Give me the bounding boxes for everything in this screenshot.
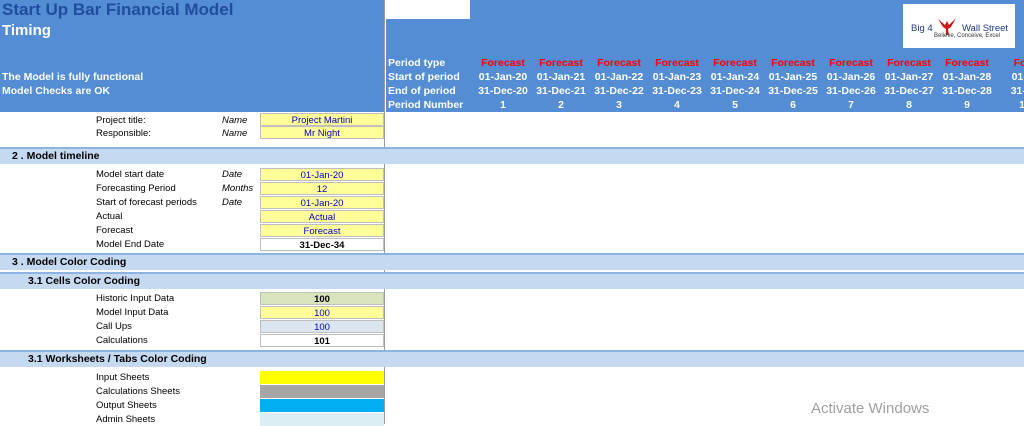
- period-start-cell[interactable]: 01-Jan-25: [764, 71, 822, 83]
- tab-coding-label: Calculations Sheets: [96, 386, 180, 397]
- cell-coding-label: Historic Input Data: [96, 293, 175, 304]
- period-type-cell[interactable]: Forecast: [532, 57, 590, 69]
- period-start-cell[interactable]: 01-Jan-22: [590, 71, 648, 83]
- period-number-cell[interactable]: 6: [764, 99, 822, 111]
- tab-color-swatch[interactable]: [260, 371, 384, 384]
- model-status: The Model is fully functional: [2, 71, 144, 83]
- timeline-row-label: Forecasting Period: [96, 183, 176, 194]
- cell-coding-label: Calculations: [96, 335, 148, 346]
- period-type-label: Period type: [388, 57, 446, 69]
- cell-coding-value[interactable]: 101: [260, 334, 384, 347]
- period-type-cell[interactable]: Forecast: [880, 57, 938, 69]
- subsection-tabs-color: 3.1 Worksheets / Tabs Color Coding: [0, 350, 1024, 367]
- end-period-label: End of period: [388, 85, 456, 97]
- period-end-cell[interactable]: 31-Dec-22: [590, 85, 648, 97]
- timeline-row-unit: Months: [222, 183, 254, 194]
- period-number-cell[interactable]: 9: [938, 99, 996, 111]
- period-number-cell[interactable]: 5: [706, 99, 764, 111]
- period-start-cell[interactable]: 01-Jan-27: [880, 71, 938, 83]
- tab-color-swatch[interactable]: [260, 399, 384, 412]
- period-end-cell[interactable]: 31-Dec-28: [938, 85, 996, 97]
- period-type-cell[interactable]: Forecast: [648, 57, 706, 69]
- timeline-row-unit: Date: [222, 197, 243, 208]
- timeline-row-value[interactable]: Forecast: [260, 224, 384, 237]
- period-start-cell[interactable]: 01-Jan-21: [532, 71, 590, 83]
- subsection-cells-color: 3.1 Cells Color Coding: [0, 272, 1024, 289]
- tab-coding-label: Output Sheets: [96, 400, 157, 411]
- cell-coding-label: Model Input Data: [96, 307, 169, 318]
- period-end-cell[interactable]: 31-Dec-25: [764, 85, 822, 97]
- timeline-row-label: Model End Date: [96, 239, 165, 250]
- period-number-label: Period Number: [388, 99, 464, 111]
- period-end-cell[interactable]: 31-Dec-24: [706, 85, 764, 97]
- period-start-cell[interactable]: 01-Jan-28: [938, 71, 996, 83]
- responsible-input[interactable]: Mr Night: [260, 126, 384, 139]
- period-type-cell[interactable]: Forecast: [938, 57, 996, 69]
- period-end-cell[interactable]: 31-Dec-27: [880, 85, 938, 97]
- period-number-cell[interactable]: 3: [590, 99, 648, 111]
- subsection-heading: 3.1 Cells Color Coding: [28, 275, 141, 287]
- timeline-row-value[interactable]: Actual: [260, 210, 384, 223]
- project-title-label: Project title:: [96, 115, 146, 126]
- timeline-row-label: Actual: [96, 211, 123, 222]
- logo-text-left: Big 4: [911, 23, 933, 34]
- timeline-row-unit: Date: [222, 169, 243, 180]
- timeline-row-label: Forecast: [96, 225, 133, 236]
- tab-coding-label: Input Sheets: [96, 372, 150, 383]
- period-end-cell[interactable]: 31-Dec-26: [822, 85, 880, 97]
- responsible-label: Responsible:: [96, 128, 151, 139]
- tab-color-swatch[interactable]: [260, 413, 384, 426]
- logo-tagline: Believe, Conceive, Excel: [934, 33, 1001, 39]
- period-type-cell[interactable]: Forecast: [764, 57, 822, 69]
- cell-coding-value[interactable]: 100: [260, 292, 384, 305]
- header-blank-cell: [386, 0, 470, 19]
- project-title-input[interactable]: Project Martini: [260, 113, 384, 126]
- timeline-row-value[interactable]: 01-Jan-20: [260, 196, 384, 209]
- timeline-row-value[interactable]: 12: [260, 182, 384, 195]
- tab-coding-label: Admin Sheets: [96, 414, 156, 425]
- timeline-row-label: Start of forecast periods: [96, 197, 197, 208]
- section-heading: 3 . Model Color Coding: [12, 256, 127, 268]
- project-title-unit: Name: [222, 115, 248, 126]
- section-heading: 2 . Model timeline: [12, 150, 100, 162]
- period-type-cell[interactable]: Forecast: [706, 57, 764, 69]
- period-start-cell[interactable]: 01-Ja: [996, 71, 1024, 83]
- period-end-cell[interactable]: 31-Dec-21: [532, 85, 590, 97]
- activate-windows-watermark: Activate Windows: [811, 400, 930, 417]
- period-start-cell[interactable]: 01-Jan-23: [648, 71, 706, 83]
- period-number-cell[interactable]: 2: [532, 99, 590, 111]
- start-period-label: Start of period: [388, 71, 460, 83]
- period-start-cell[interactable]: 01-Jan-26: [822, 71, 880, 83]
- section-model-timeline: 2 . Model timeline: [0, 147, 1024, 164]
- subsection-heading: 3.1 Worksheets / Tabs Color Coding: [28, 353, 207, 365]
- timeline-row-label: Model start date: [96, 169, 165, 180]
- period-number-cell[interactable]: 1: [474, 99, 532, 111]
- responsible-unit: Name: [222, 128, 248, 139]
- period-end-cell[interactable]: 31-De: [996, 85, 1024, 97]
- period-end-cell[interactable]: 31-Dec-23: [648, 85, 706, 97]
- sheet-subtitle: Timing: [2, 22, 51, 39]
- model-checks-status: Model Checks are OK: [2, 85, 110, 97]
- period-start-cell[interactable]: 01-Jan-20: [474, 71, 532, 83]
- period-start-cell[interactable]: 01-Jan-24: [706, 71, 764, 83]
- tab-color-swatch[interactable]: [260, 385, 384, 398]
- timeline-row-value[interactable]: 31-Dec-34: [260, 238, 384, 251]
- period-number-cell[interactable]: 4: [648, 99, 706, 111]
- period-number-cell[interactable]: 10: [996, 99, 1024, 111]
- period-type-cell[interactable]: Forecast: [590, 57, 648, 69]
- cell-coding-value[interactable]: 100: [260, 306, 384, 319]
- period-end-cell[interactable]: 31-Dec-20: [474, 85, 532, 97]
- period-type-cell[interactable]: Fore: [996, 57, 1024, 69]
- model-title: Start Up Bar Financial Model: [2, 0, 234, 19]
- period-type-cell[interactable]: Forecast: [474, 57, 532, 69]
- timeline-row-value[interactable]: 01-Jan-20: [260, 168, 384, 181]
- period-type-cell[interactable]: Forecast: [822, 57, 880, 69]
- period-number-cell[interactable]: 7: [822, 99, 880, 111]
- period-number-cell[interactable]: 8: [880, 99, 938, 111]
- cell-coding-label: Call Ups: [96, 321, 132, 332]
- cell-coding-value[interactable]: 100: [260, 320, 384, 333]
- section-color-coding: 3 . Model Color Coding: [0, 253, 1024, 270]
